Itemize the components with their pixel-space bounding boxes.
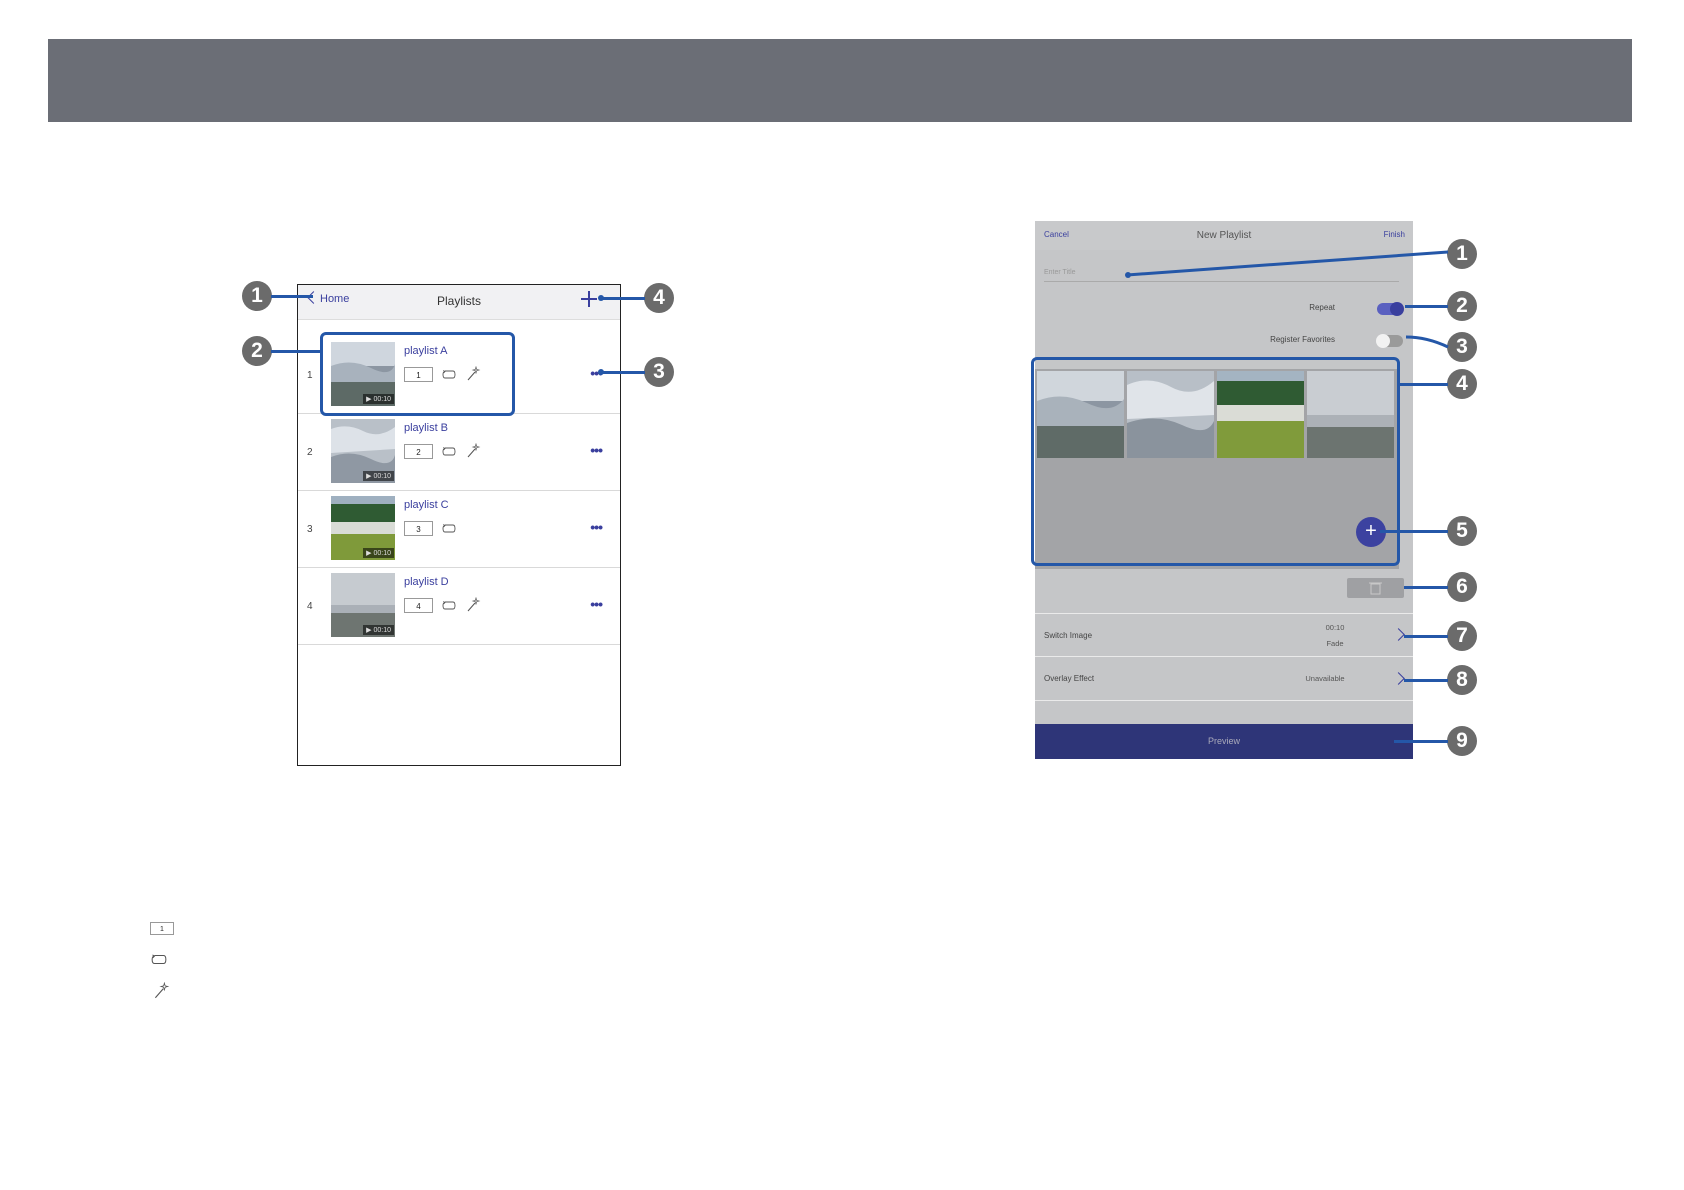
finish-button[interactable]: Finish: [1384, 230, 1405, 239]
chevron-right-icon: [1392, 672, 1405, 685]
preview-button[interactable]: Preview: [1035, 724, 1413, 759]
chevron-right-icon: [1392, 628, 1405, 641]
repeat-label: Repeat: [1309, 303, 1335, 312]
row-index: 1: [307, 370, 313, 381]
playlist-thumbnail[interactable]: ▶ 00:10: [331, 573, 395, 637]
duration-text: 00:10: [373, 627, 391, 634]
duration-text: 00:10: [373, 550, 391, 557]
playlists-header: Home Playlists: [298, 285, 620, 320]
duration-label: ▶ 00:10: [363, 548, 394, 558]
callout-line: [1404, 679, 1448, 682]
callout-line: [600, 371, 645, 374]
favorite-wand-icon: [467, 443, 481, 458]
playlist-name: playlist D: [404, 576, 449, 588]
callout-3: 3: [644, 357, 674, 387]
callout-line: [1404, 586, 1448, 589]
new-playlist-header: Cancel New Playlist Finish: [1035, 221, 1413, 250]
row-index: 3: [307, 524, 313, 535]
add-playlist-button[interactable]: [580, 290, 598, 308]
image-area-highlight-frame: [1031, 357, 1400, 566]
legend-favorite-wand-icon: [154, 982, 170, 999]
callout-dot: [598, 369, 604, 375]
screen-title: Playlists: [436, 294, 481, 308]
duration-text: 00:10: [373, 473, 391, 480]
callout-line: [1405, 305, 1448, 308]
callout-9: 9: [1447, 726, 1477, 756]
duration-label: ▶ 00:10: [363, 471, 394, 481]
callout-7: 7: [1447, 621, 1477, 651]
toggle-knob: [1390, 302, 1404, 316]
callout-4: 4: [644, 283, 674, 313]
legend-repeat-icon: [151, 954, 167, 965]
callout-line: [1125, 250, 1449, 278]
playlist-number-badge: 3: [404, 521, 433, 536]
callout-2: 2: [242, 336, 272, 366]
row-index: 4: [307, 601, 313, 612]
callout-8: 8: [1447, 665, 1477, 695]
playlist-name: playlist C: [404, 499, 449, 511]
favorite-wand-icon: [467, 597, 481, 612]
toggle-knob: [1376, 334, 1390, 348]
page-header-bar: [48, 39, 1632, 122]
playlist-thumbnail[interactable]: ▶ 00:10: [331, 419, 395, 483]
repeat-icon: [442, 447, 456, 456]
switch-image-effect: Fade: [1326, 639, 1344, 648]
callout-1: 1: [1447, 239, 1477, 269]
callout-line: [1380, 530, 1448, 533]
more-options-button[interactable]: •••: [590, 596, 603, 612]
more-options-button[interactable]: •••: [590, 519, 603, 535]
row-index: 2: [307, 447, 313, 458]
playlist-row[interactable]: 2 ▶ 00:10 playlist B 2 •••: [298, 414, 620, 491]
screen-title: New Playlist: [1196, 230, 1252, 241]
switch-image-time: 00:10: [1325, 623, 1345, 632]
overlay-effect-value: Unavailable: [1305, 674, 1345, 683]
register-favorites-label: Register Favorites: [1270, 335, 1335, 344]
divider: [1035, 613, 1413, 614]
callout-line: [271, 295, 313, 298]
trash-icon: [1369, 582, 1382, 595]
playlist-thumbnail[interactable]: ▶ 00:10: [331, 496, 395, 560]
callout-1: 1: [242, 281, 272, 311]
divider: [1035, 656, 1413, 657]
duration-label: ▶ 00:10: [363, 625, 394, 635]
callout-line: [1405, 335, 1449, 349]
callout-line: [1404, 635, 1448, 638]
callout-dot: [598, 295, 604, 301]
repeat-icon: [442, 524, 456, 533]
more-options-button[interactable]: •••: [590, 442, 603, 458]
legend-number-icon: 1: [150, 922, 174, 935]
callout-3: 3: [1447, 332, 1477, 362]
playlist-name: playlist B: [404, 422, 449, 434]
playlist-number-badge: 2: [404, 444, 433, 459]
callout-line: [1399, 383, 1448, 386]
repeat-icon: [442, 601, 456, 610]
delete-image-button[interactable]: [1347, 578, 1404, 598]
callout-line: [600, 297, 645, 300]
callout-line: [271, 350, 321, 353]
callout-5: 5: [1447, 516, 1477, 546]
switch-image-label: Switch Image: [1044, 631, 1093, 640]
callout-2: 2: [1447, 291, 1477, 321]
callout-line: [1394, 740, 1448, 743]
playlist-number-badge: 4: [404, 598, 433, 613]
overlay-effect-label: Overlay Effect: [1044, 674, 1095, 683]
callout-6: 6: [1447, 572, 1477, 602]
playlist-highlight-frame: [320, 332, 515, 416]
repeat-toggle[interactable]: [1377, 302, 1404, 316]
playlist-row[interactable]: 4 ▶ 00:10 playlist D 4 •••: [298, 568, 620, 645]
playlist-row[interactable]: 3 ▶ 00:10 playlist C 3 •••: [298, 491, 620, 568]
callout-4: 4: [1447, 369, 1477, 399]
register-favorites-toggle[interactable]: [1376, 334, 1403, 348]
divider: [1035, 700, 1413, 701]
